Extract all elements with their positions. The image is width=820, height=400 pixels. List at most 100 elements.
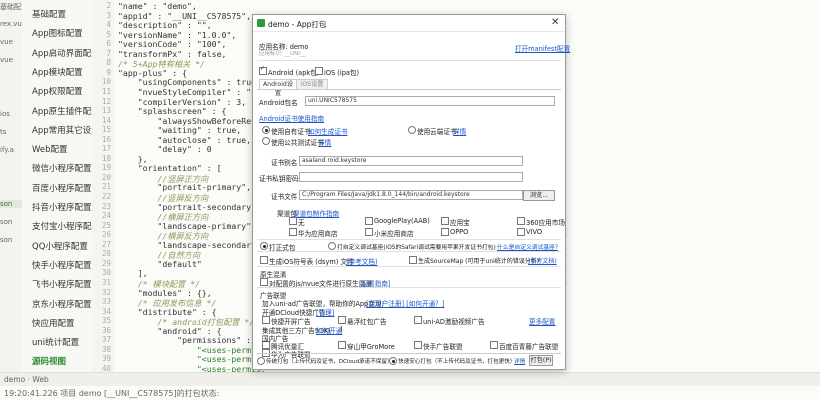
formal-pack-radio[interactable] — [260, 242, 268, 250]
code-line: "versionCode" : "100", — [118, 39, 227, 50]
ios-checkbox[interactable] — [315, 67, 323, 75]
public-cert-detail-link[interactable]: 详情 — [318, 137, 331, 147]
code-line: "<uses-permission — [196, 363, 264, 372]
cloud-cert-radio[interactable] — [408, 126, 416, 134]
channel-checkbox[interactable] — [517, 228, 525, 236]
nav-item[interactable]: 快手小程序配置 — [32, 259, 92, 271]
cert-file-input[interactable]: C:/Program Files/Java/jdk1.8.0_144/bin/a… — [299, 190, 523, 200]
cert-password-input[interactable] — [299, 172, 523, 182]
ad-option-checkbox[interactable] — [338, 341, 346, 349]
nav-item[interactable]: 飞书小程序配置 — [32, 278, 92, 290]
fast-pack-detail-link[interactable]: 详情 — [514, 357, 525, 365]
cert-alias-label: 证书别名 — [271, 159, 298, 167]
nav-item[interactable]: 支付宝小程序配置 — [32, 220, 100, 232]
channel-checkbox[interactable] — [365, 228, 373, 236]
cloud-cert-detail-link[interactable]: 详情 — [453, 126, 466, 136]
explorer-item[interactable]: son — [0, 218, 12, 226]
public-cert-radio[interactable] — [262, 137, 270, 145]
nav-item[interactable]: 基础配置 — [32, 8, 66, 20]
line-number: 10 — [101, 77, 111, 87]
own-cert-label: 使用自有证书 — [271, 128, 311, 136]
own-cert-radio[interactable] — [262, 126, 270, 134]
ad-more-link[interactable]: 更多配置 — [529, 316, 555, 326]
nav-item[interactable]: Web配置 — [32, 143, 68, 155]
explorer-item[interactable]: ify.a — [0, 146, 14, 154]
line-number: 29 — [101, 258, 111, 268]
code-line: "landscape-secondary", — [118, 239, 264, 250]
fast-pack-radio[interactable] — [389, 357, 397, 365]
line-number: 28 — [101, 249, 111, 259]
package-name-label: Android包名 — [259, 99, 298, 107]
native-obfuscation-checkbox[interactable] — [260, 278, 268, 286]
ad-option-checkbox[interactable] — [338, 316, 346, 324]
explorer-item[interactable]: vue — [0, 38, 13, 46]
manifest-link[interactable]: 打开manifest配置 — [515, 43, 570, 53]
nav-item[interactable]: App图标配置 — [32, 27, 83, 39]
ad-option-checkbox[interactable] — [490, 341, 498, 349]
line-number: 18 — [101, 153, 111, 163]
ad-register-link[interactable]: [新用户注册] [如何开通？] — [366, 298, 444, 308]
explorer-item[interactable]: son — [0, 200, 22, 208]
how-generate-cert-link[interactable]: 如何生成证书 — [308, 126, 348, 136]
line-number: 22 — [101, 192, 111, 201]
line-number: 4 — [106, 20, 111, 30]
ad-option-checkbox[interactable] — [414, 316, 422, 324]
fast-pack-label: 快速安心打包（不上传代码及证书，打包更快） — [398, 359, 516, 365]
ad-option-checkbox[interactable] — [414, 341, 422, 349]
nav-item[interactable]: App启动界面配置 — [32, 47, 100, 59]
explorer-item[interactable]: vue — [0, 56, 13, 64]
nav-item[interactable]: 抖音小程序配置 — [32, 201, 92, 213]
channel-checkbox[interactable] — [441, 228, 449, 236]
cert-password-label: 证书私钥密码 — [259, 175, 299, 183]
nav-item[interactable]: App常用其它设置 — [32, 124, 100, 136]
explorer-item[interactable]: rex.vue — [0, 20, 22, 28]
nav-item[interactable]: 百度小程序配置 — [32, 182, 92, 194]
custom-pack-radio[interactable] — [328, 242, 336, 250]
line-number: 6 — [106, 39, 111, 49]
cert-file-label: 证书文件 — [271, 193, 298, 201]
nav-item[interactable]: App权限配置 — [32, 85, 83, 97]
close-icon[interactable]: ✕ — [551, 17, 559, 28]
cert-guide-link[interactable]: Android证书使用指南 — [259, 113, 324, 123]
android-checkbox[interactable] — [259, 65, 267, 75]
pack-button[interactable]: 打包(P) — [529, 355, 553, 366]
channel-checkbox[interactable] — [365, 217, 373, 225]
file-explorer: 基础配置 rex.vue vue vue ios ts ify.a son son son — [0, 0, 23, 372]
ad-option-checkbox[interactable] — [262, 316, 270, 324]
custom-pack-link[interactable]: 什么是自定义调试基座? — [497, 242, 558, 251]
nav-item[interactable]: QQ小程序配置 — [32, 240, 88, 252]
nav-item[interactable]: App模块配置 — [32, 66, 83, 78]
nav-item[interactable]: uni统计配置 — [32, 336, 79, 348]
channel-checkbox[interactable] — [289, 217, 297, 225]
browse-button[interactable]: 浏览... — [523, 190, 555, 201]
nav-item[interactable]: 京东小程序配置 — [32, 298, 92, 310]
nav-item[interactable]: 快应用配置 — [32, 317, 75, 329]
sourcemap-checkbox[interactable] — [409, 256, 417, 264]
channel-checkbox[interactable] — [441, 217, 449, 225]
channel-checkbox[interactable] — [289, 228, 297, 236]
nav-item[interactable]: App原生插件配置 — [32, 105, 100, 117]
ad-third-link[interactable]: 如何开通 — [316, 325, 342, 335]
line-number: 14 — [101, 115, 111, 125]
code-editor[interactable]: "name" : "demo", "appid" : "__UNI__C57857… — [114, 0, 264, 372]
nav-item[interactable]: 微信小程序配置 — [32, 162, 92, 174]
line-number: 23 — [101, 201, 111, 211]
sourcemap-doc-link[interactable]: (参考文档) — [528, 256, 557, 265]
package-name-input[interactable]: uni.UNIC578575 — [305, 96, 555, 106]
traditional-pack-radio[interactable] — [257, 357, 265, 365]
channel-checkbox[interactable] — [517, 217, 525, 225]
dsym-checkbox[interactable] — [260, 256, 268, 264]
explorer-item[interactable]: ios — [0, 110, 10, 118]
cert-alias-input[interactable]: asaland roid.keystore — [299, 156, 523, 166]
line-number: 7 — [106, 48, 111, 58]
explorer-item[interactable]: ts — [0, 128, 6, 136]
code-line: "autoclose" : true, — [118, 134, 252, 145]
line-number: 39 — [101, 354, 111, 364]
nav-item[interactable]: 源码视图 — [32, 355, 66, 367]
code-line: "<uses-permission — [196, 344, 264, 355]
dsym-doc-link[interactable]: (参考文档) — [346, 256, 378, 266]
explorer-item[interactable]: son — [0, 236, 12, 244]
ad-manage-link[interactable]: [管理] — [316, 307, 334, 317]
line-number: 5 — [106, 29, 111, 39]
explorer-item[interactable]: 基础配置 — [0, 2, 22, 12]
